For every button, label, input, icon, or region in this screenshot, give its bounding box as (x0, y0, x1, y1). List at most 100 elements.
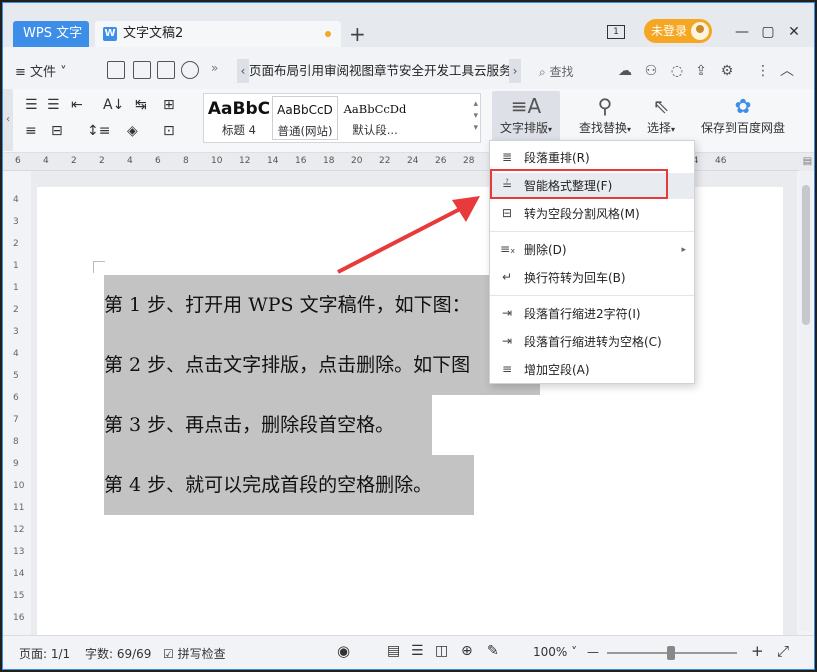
ruler-tick: 6 (155, 156, 161, 166)
distribute-icon[interactable]: ⊟ (51, 123, 63, 139)
ruler-tick: 15 (13, 591, 25, 601)
style-preview: AaBbCcDd (343, 102, 407, 116)
tab-wps-home[interactable]: WPS 文字 (13, 21, 89, 47)
indent-space-icon: ⇥ (501, 334, 513, 348)
show-marks-icon[interactable]: ⊞ (163, 97, 175, 113)
ruler-tick: 6 (15, 156, 21, 166)
comment-icon[interactable]: ◌ (669, 63, 685, 79)
title-bar: WPS 文字 W 文字文稿2 + 1 未登录 — ▢ ✕ (3, 3, 814, 47)
page-view-icon[interactable]: ▤ (387, 643, 400, 659)
ruler-tick: 28 (463, 156, 475, 166)
vertical-ruler: 4 3 2 1 1 2 3 4 5 6 7 8 9 10 11 12 13 14 15 16 (3, 171, 31, 635)
style-name: 默认段... (352, 123, 398, 137)
menu-item-add-blank[interactable]: ≡ 增加空段(A) (490, 357, 694, 383)
zoom-in-button[interactable]: + (751, 642, 764, 660)
cloud-sync-icon[interactable]: ☁ (617, 63, 633, 79)
fullscreen-icon[interactable]: ⤢ (777, 642, 789, 660)
numbered-list-icon[interactable]: ☰ (47, 97, 60, 113)
ruler-toggle-icon[interactable]: ▤ (799, 153, 814, 171)
ruler-tick: 2 (13, 305, 19, 315)
scroll-thumb[interactable] (802, 185, 810, 325)
linebreak-icon: ↵ (501, 270, 513, 284)
page-count[interactable]: 页面: 1/1 (19, 645, 70, 662)
web-view-icon[interactable]: ⊕ (461, 643, 473, 659)
export-pdf-icon[interactable] (133, 61, 151, 79)
settings-icon[interactable]: ⚙ (719, 63, 735, 79)
collapse-ribbon-icon[interactable]: ︿ (779, 63, 795, 79)
more-menu-icon[interactable]: ⋮ (755, 63, 771, 79)
menu-item-reflow[interactable]: ≣ 段落重排(R) (490, 145, 694, 171)
borders-icon[interactable]: ⊡ (163, 123, 175, 139)
menu-item-label: 删除(D) (524, 243, 567, 257)
login-button[interactable]: 未登录 (644, 19, 712, 43)
new-tab-button[interactable]: + (349, 23, 366, 45)
zoom-level[interactable]: 100% ˅ (533, 645, 577, 659)
ruler-tick: 3 (13, 327, 19, 337)
ruler-tick: 2 (13, 239, 19, 249)
document-line[interactable]: 第 3 步、再点击，删除段首空格。 (104, 395, 432, 455)
eye-protection-icon[interactable]: ◉ (337, 642, 350, 660)
style-gallery-scroll[interactable]: ▴ ▾ ▾ (473, 98, 478, 134)
menu-item-indent-space[interactable]: ⇥ 段落首行缩进转为空格(C) (490, 329, 694, 355)
write-mode-icon[interactable]: ✎ (487, 643, 499, 659)
menu-item-label: 段落首行缩进转为空格(C) (524, 335, 662, 349)
text-layout-button[interactable]: ≡A 文字排版▾ (492, 91, 560, 147)
reading-view-icon[interactable]: ◫ (435, 643, 448, 659)
login-label: 未登录 (651, 24, 688, 38)
ruler-tick: 4 (13, 349, 19, 359)
minimize-button[interactable]: — (731, 21, 753, 43)
ribbon-tabs[interactable]: ‹ 页面布局引用审阅视图章节安全开发工具云服务 (237, 59, 521, 83)
zoom-slider-thumb[interactable] (667, 646, 675, 660)
print-icon[interactable] (157, 61, 175, 79)
more-quick-access[interactable]: » (211, 61, 218, 75)
sort-icon[interactable]: ↹ (135, 97, 147, 113)
ribbon-tab-labels[interactable]: 页面布局引用审阅视图章节安全开发工具云服务 (249, 63, 512, 78)
file-menu-button[interactable]: ≡ 文件 ˅ (15, 61, 67, 80)
zoom-out-button[interactable]: — (587, 645, 599, 659)
document-line[interactable]: 第 2 步、点击文字排版，点击删除。如下图 (104, 335, 540, 395)
spellcheck-label: 拼写检查 (177, 647, 226, 661)
style-heading4[interactable]: AaBbC 标题 4 (206, 96, 272, 140)
menu-separator (490, 231, 694, 232)
search-command[interactable]: ⌕ 查找 (539, 63, 574, 80)
select-button[interactable]: ⇖ 选择▾ (641, 91, 681, 147)
ruler-tick: 10 (13, 481, 25, 491)
spellcheck-toggle[interactable]: ☑ 拼写检查 (163, 645, 226, 662)
menu-item-linebreak[interactable]: ↵ 换行符转为回车(B) (490, 265, 694, 291)
menu-item-delete[interactable]: ≡ₓ 删除(D) ▸ (490, 237, 694, 263)
tab-document-label: 文字文稿2 (123, 26, 184, 41)
save-icon[interactable] (107, 61, 125, 79)
select-label: 选择 (646, 121, 671, 135)
indent-decrease-icon[interactable]: ⇤ (71, 97, 83, 113)
ribbon-scroll-left[interactable]: ‹ (237, 59, 249, 83)
share-icon[interactable]: ⇪ (693, 63, 709, 79)
maximize-button[interactable]: ▢ (757, 21, 779, 43)
document-line[interactable]: 第 4 步、就可以完成首段的空格删除。 (104, 455, 474, 515)
tab-document[interactable]: W 文字文稿2 (95, 21, 341, 47)
ruler-tick: 10 (211, 156, 223, 166)
menu-separator (490, 295, 694, 296)
shading-icon[interactable]: ◈ (127, 123, 138, 139)
ribbon-scroll-right[interactable]: › (509, 59, 521, 83)
find-replace-button[interactable]: ⚲ 查找替换▾ (573, 91, 637, 147)
bullet-list-icon[interactable]: ☰ (25, 97, 38, 113)
menu-item-split-style[interactable]: ⊟ 转为空段分割风格(M) (490, 201, 694, 227)
outline-view-icon[interactable]: ☰ (411, 643, 424, 659)
word-count[interactable]: 字数: 69/69 (85, 645, 151, 662)
align-left-icon[interactable]: ≡ (25, 123, 37, 139)
style-default-para[interactable]: AaBbCcDd 默认段... (338, 96, 412, 140)
toolbar-scroll-left[interactable]: ‹ (3, 89, 13, 151)
text-direction-icon[interactable]: A↓ (103, 97, 124, 113)
print-preview-icon[interactable] (181, 61, 199, 79)
style-name: 标题 4 (222, 123, 256, 137)
ruler-tick: 8 (183, 156, 189, 166)
reading-mode-icon[interactable]: 1 (607, 25, 625, 39)
paragraph-reflow-icon: ≣ (501, 150, 513, 164)
style-normal-web[interactable]: AaBbCcD 普通(网站) (272, 96, 338, 140)
vertical-scrollbar[interactable] (800, 171, 812, 631)
close-button[interactable]: ✕ (783, 21, 805, 43)
menu-item-indent-2[interactable]: ⇥ 段落首行缩进2字符(I) (490, 301, 694, 327)
collaborate-icon[interactable]: ⚇ (643, 63, 659, 79)
line-spacing-icon[interactable]: ↕≡ (87, 123, 110, 139)
save-to-baidu-button[interactable]: ✿ 保存到百度网盘 (697, 91, 789, 147)
